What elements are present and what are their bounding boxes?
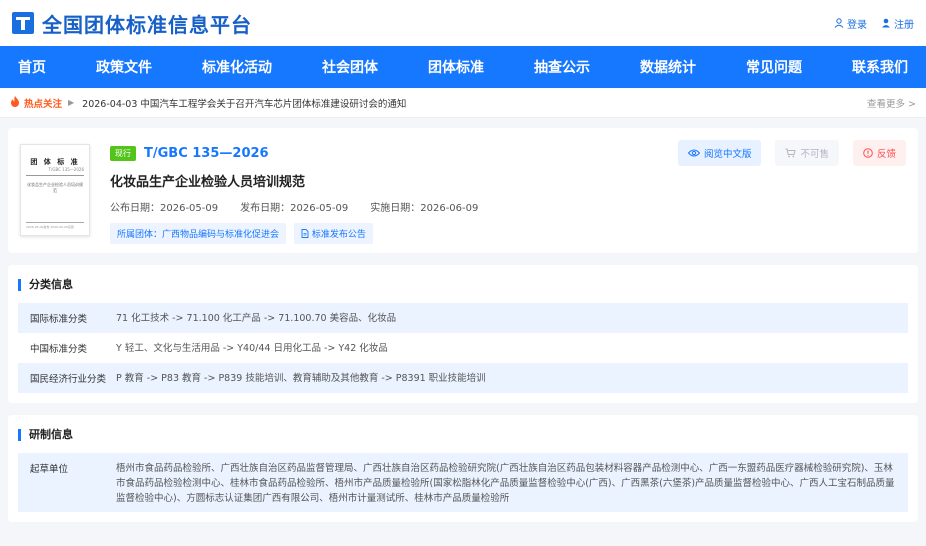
row-label: 国民经济行业分类 <box>30 374 107 385</box>
section-title: 分类信息 <box>18 279 908 291</box>
release-notice-tag[interactable]: 标准发布公告 <box>294 223 373 244</box>
row-value: 71 化工技术 -> 71.100 化工产品 -> 71.100.70 美容品、… <box>116 312 397 324</box>
row-value: Y 轻工、文化与生活用品 -> Y40/44 日用化工品 -> Y42 化妆品 <box>116 342 388 354</box>
nav-inspection[interactable]: 抽查公示 <box>534 57 590 77</box>
cover-title: 团 体 标 准 <box>30 158 80 166</box>
organization-tag[interactable]: 所属团体：广西物品编码与标准化促进会 <box>110 223 287 244</box>
nav-organizations[interactable]: 社会团体 <box>322 57 378 77</box>
feedback-button[interactable]: 反馈 <box>852 140 906 166</box>
classification-row-industry: 国民经济行业分类 P 教育 -> P83 教育 -> P839 技能培训、教育辅… <box>18 363 908 393</box>
standard-actions: 阅览中文版 不可售 反馈 <box>677 140 906 166</box>
alert-circle-icon <box>863 148 873 158</box>
row-label: 国际标准分类 <box>30 314 88 325</box>
cover-name: 化妆品生产企业检验人员培训规范 <box>27 182 83 193</box>
status-badge: 现行 <box>110 146 136 161</box>
site-logo[interactable]: 全国团体标准信息平台 <box>12 9 252 38</box>
cover-divider <box>26 175 84 176</box>
classification-row-ccs: 中国标准分类 Y 轻工、文化与生活用品 -> Y40/44 日用化工品 -> Y… <box>18 333 908 363</box>
standard-code: T/GBC 135—2026 <box>144 146 269 161</box>
cart-icon <box>785 148 797 158</box>
hot-label: 热点关注 <box>24 98 63 110</box>
row-label: 中国标准分类 <box>30 344 88 355</box>
nav-home[interactable]: 首页 <box>18 57 46 77</box>
site-header: 全国团体标准信息平台 登录 注册 <box>0 0 926 46</box>
drafting-units-row: 起草单位 梧州市食品药品检验所、广西壮族自治区药品监督管理局、广西壮族自治区药品… <box>18 453 908 512</box>
nav-activities[interactable]: 标准化活动 <box>202 57 272 77</box>
classification-section: 分类信息 国际标准分类 71 化工技术 -> 71.100 化工产品 -> 71… <box>8 265 918 403</box>
row-label: 起草单位 <box>30 464 69 475</box>
standard-cover-thumbnail[interactable]: 团 体 标 准 T/GBC 135—2026 化妆品生产企业检验人员培训规范 2… <box>20 144 90 236</box>
flame-icon <box>10 95 20 110</box>
nav-contact[interactable]: 联系我们 <box>852 57 908 77</box>
development-section: 研制信息 起草单位 梧州市食品药品检验所、广西壮族自治区药品监督管理局、广西壮族… <box>8 415 918 522</box>
register-link[interactable]: 注册 <box>881 16 914 31</box>
main-nav: 首页 政策文件 标准化活动 社会团体 团体标准 抽查公示 数据统计 常见问题 联… <box>0 46 926 88</box>
logo-icon <box>12 12 34 34</box>
nav-standards[interactable]: 团体标准 <box>428 57 484 77</box>
implementation-date: 实施日期：2026-06-09 <box>370 203 479 214</box>
nav-statistics[interactable]: 数据统计 <box>640 57 696 77</box>
nav-policy[interactable]: 政策文件 <box>96 57 152 77</box>
standard-card: 团 体 标 准 T/GBC 135—2026 化妆品生产企业检验人员培训规范 2… <box>8 128 918 253</box>
read-chinese-button[interactable]: 阅览中文版 <box>677 140 762 166</box>
standard-dates: 公布日期：2026-05-09 发布日期：2026-05-09 实施日期：202… <box>110 199 906 214</box>
section-title: 研制信息 <box>18 429 908 441</box>
document-icon <box>301 229 309 238</box>
hot-news-bar: 热点关注 ▶ 2026-04-03 中国汽车工程学会关于召开汽车芯片团体标准建设… <box>0 88 926 118</box>
view-more-link[interactable]: 查看更多 > <box>867 96 916 110</box>
standard-tags: 所属团体：广西物品编码与标准化促进会 标准发布公告 <box>110 223 906 244</box>
user-icon <box>882 18 890 28</box>
row-value: P 教育 -> P83 教育 -> P839 技能培训、教育辅助及其他教育 ->… <box>116 372 486 384</box>
cover-code: T/GBC 135—2026 <box>48 167 84 172</box>
not-for-sale-button[interactable]: 不可售 <box>775 140 839 166</box>
cover-footer: 2026-05-09发布 2026-06-09实施 <box>26 222 84 229</box>
publish-date: 公布日期：2026-05-09 <box>110 203 219 214</box>
standard-name: 化妆品生产企业检验人员培训规范 <box>110 175 306 190</box>
auth-links: 登录 注册 <box>834 16 914 31</box>
nav-faq[interactable]: 常见问题 <box>746 57 802 77</box>
login-link[interactable]: 登录 <box>834 16 867 31</box>
user-outline-icon <box>834 18 844 28</box>
release-date: 发布日期：2026-05-09 <box>240 203 349 214</box>
hot-news-link[interactable]: 2026-04-03 中国汽车工程学会关于召开汽车芯片团体标准建设研讨会的通知 <box>82 96 867 110</box>
site-title: 全国团体标准信息平台 <box>42 12 252 37</box>
classification-row-ics: 国际标准分类 71 化工技术 -> 71.100 化工产品 -> 71.100.… <box>18 303 908 333</box>
eye-icon <box>687 149 700 157</box>
play-arrow-icon: ▶ <box>68 98 75 107</box>
row-value: 梧州市食品药品检验所、广西壮族自治区药品监督管理局、广西壮族自治区药品检验研究院… <box>116 463 895 504</box>
